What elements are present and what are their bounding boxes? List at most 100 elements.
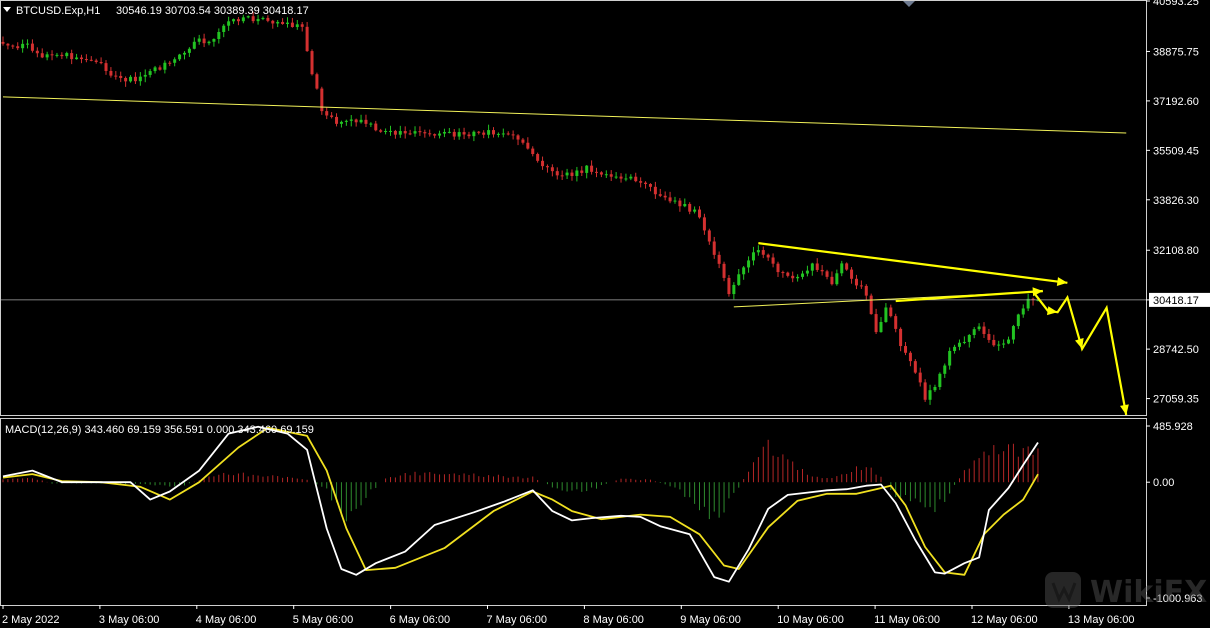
candle-body [75,57,79,60]
time-axis-label: 6 May 06:00 [390,614,451,626]
price-axis-label: 38875.75 [1153,46,1199,58]
candle-body [315,74,319,89]
candle-body [21,43,25,49]
candle-body [168,62,172,64]
candle-body [310,51,314,75]
candle-body [634,176,638,182]
ohlc-label: 30546.19 30703.54 30389.39 30418.17 [116,5,309,17]
candle-body [987,334,991,340]
candle-body [889,307,893,317]
price-axis-label: 40593.25 [1153,0,1199,8]
candle-body [178,54,182,60]
candle-body [477,131,481,133]
candle-body [119,75,123,78]
candle-body [6,43,10,46]
candle-body [50,54,54,56]
candle-body [40,53,44,58]
candle-body [285,22,289,25]
candle-body [977,326,981,330]
candle-body [276,21,280,24]
candle-body [918,372,922,383]
candle-body [511,134,515,136]
candle-body [570,172,574,176]
symbol-label: BTCUSD.Exp,H1 [16,5,100,17]
candle-body [869,295,873,315]
candle-body [604,174,608,176]
candle-body [261,17,265,20]
candle-body [11,45,15,47]
candle-body [830,276,834,285]
candle-body [501,133,505,135]
candle-body [413,131,417,134]
time-axis-label: 10 May 06:00 [777,614,844,626]
candle-body [418,131,422,133]
candle-body [688,203,692,212]
candle-body [992,339,996,346]
candle-body [256,19,260,22]
candle-body [967,334,971,342]
candle-body [393,130,397,135]
candle-body [344,120,348,122]
candle-body [536,154,540,161]
candle-body [707,230,711,242]
candle-body [354,119,358,123]
candle-body [555,171,559,176]
candle-body [541,160,545,167]
candle-body [595,171,599,173]
candle-body [771,257,775,264]
trading-chart[interactable]: 40593.25 38875.75 37192.60 35509.45 33826.30… [0,0,1210,628]
price-axis-label: 37192.60 [1153,96,1199,108]
candle-body [232,19,236,22]
candle-body [236,19,240,22]
candle-body [717,254,721,264]
candle-body [35,50,39,54]
candle-body [109,70,113,76]
candle-body [766,254,770,258]
candle-body [801,273,805,277]
candle-body [384,131,388,133]
candle-body [531,148,535,155]
candle-body [158,67,162,70]
price-axis-label: 27059.35 [1153,394,1199,406]
candle-body [962,341,966,343]
candle-body [192,41,196,49]
candle-body [810,263,814,271]
candle-body [433,134,437,136]
candle-body [850,269,854,279]
candle-body [791,275,795,279]
candle-body [526,142,530,149]
candle-body [742,267,746,275]
candle-body [904,346,908,353]
candle-body [1002,343,1006,345]
candle-body [658,194,662,196]
candle-body [148,71,152,75]
time-axis-label: 4 May 06:00 [196,614,257,626]
candle-body [438,133,442,136]
price-axis-label: 33826.30 [1153,195,1199,207]
price-axis-label: 28742.50 [1153,344,1199,356]
candle-body [737,274,741,285]
chart-background [0,0,1210,628]
price-axis-label: 32108.80 [1153,245,1199,257]
candle-body [899,328,903,347]
candle-body [423,132,427,134]
candle-body [678,200,682,207]
candle-body [335,116,339,124]
candle-body [403,131,407,134]
candle-body [442,132,446,134]
candle-body [859,285,863,287]
candle-body [462,132,466,135]
candle-body [908,352,912,362]
candle-body [300,24,304,27]
candle-body [84,59,88,61]
candle-body [614,176,618,178]
candle-body [133,76,137,82]
candle-body [1021,308,1025,315]
candle-body [330,115,334,117]
candle-body [217,31,221,39]
candle-body [619,176,623,179]
candle-body [938,373,942,388]
candle-body [639,181,643,183]
candle-body [325,111,329,116]
price-axis-label: 35509.45 [1153,145,1199,157]
